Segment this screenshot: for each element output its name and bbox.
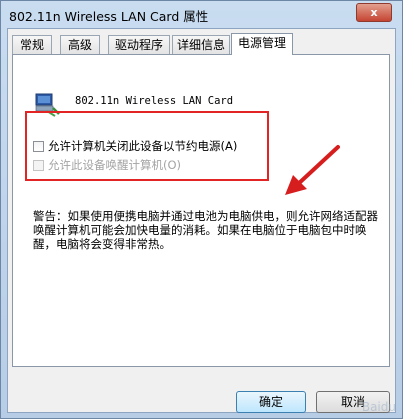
device-name: 802.11n Wireless LAN Card [75, 95, 234, 107]
tab-power-management[interactable]: 电源管理 [231, 33, 293, 55]
tab-advanced[interactable]: 高级 [60, 35, 100, 54]
warning-text: 警告：如果使用便携电脑并通过电池为电脑供电，则允许网络适配器唤醒计算机可能会加快… [33, 209, 378, 251]
tab-details[interactable]: 详细信息 [172, 35, 230, 54]
ok-button[interactable]: 确定 [236, 391, 306, 413]
dialog-content: 常规 高级 驱动程序 详细信息 电源管理 802.11n Wireless LA… [7, 28, 396, 413]
tab-driver[interactable]: 驱动程序 [108, 35, 170, 54]
highlight-box [25, 111, 269, 181]
window-title: 802.11n Wireless LAN Card 属性 [9, 9, 209, 24]
title-bar[interactable]: 802.11n Wireless LAN Card 属性 x [1, 1, 402, 27]
close-button[interactable]: x [356, 3, 392, 22]
properties-dialog: 802.11n Wireless LAN Card 属性 x 常规 高级 驱动程… [0, 0, 403, 419]
baidu-jingyan-watermark: Baidu [361, 400, 396, 414]
red-arrow-annotation [285, 145, 340, 195]
tab-general[interactable]: 常规 [12, 35, 52, 54]
power-management-panel: 802.11n Wireless LAN Card 允许计算机关闭此设备以节约电… [12, 54, 390, 367]
